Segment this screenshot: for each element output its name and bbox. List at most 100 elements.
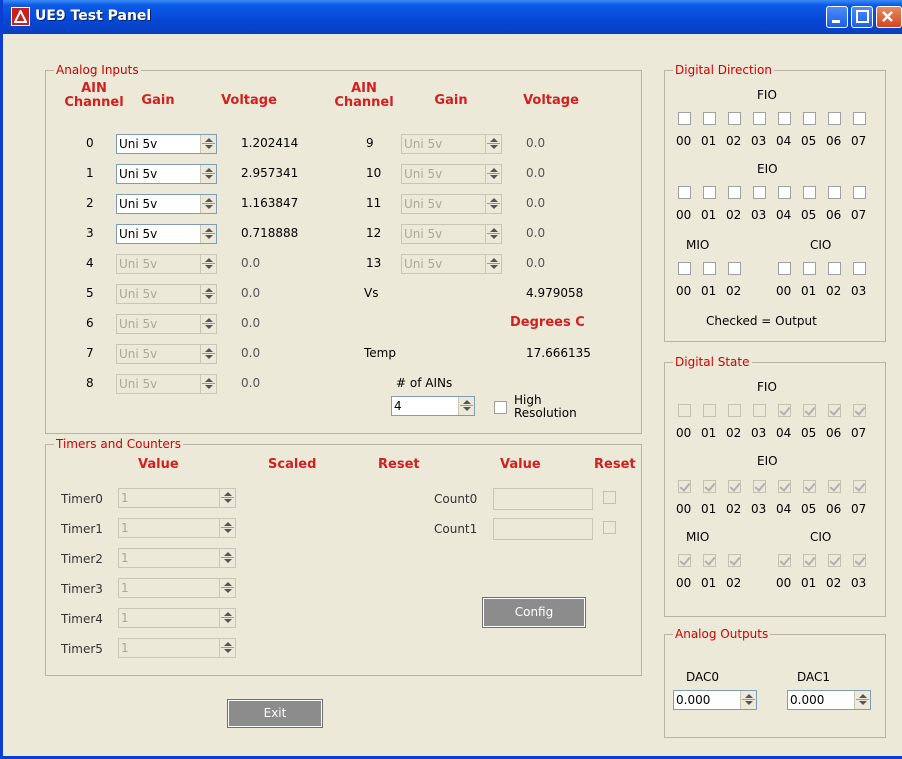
spin-arrows-icon[interactable] (485, 135, 501, 153)
config-button[interactable]: Config (482, 597, 586, 628)
fio-direction-checkbox[interactable] (678, 112, 691, 125)
num-ains-spinner[interactable]: 4 (391, 396, 475, 416)
dac0-spinner[interactable]: 0.000 (673, 690, 757, 710)
spin-arrows-icon[interactable] (485, 225, 501, 243)
spin-arrows-icon[interactable] (219, 579, 235, 597)
fio-direction-checkbox[interactable] (803, 112, 816, 125)
high-resolution-checkbox[interactable] (494, 401, 507, 414)
fio-direction-checkbox[interactable] (853, 112, 866, 125)
eio-state-checkbox[interactable] (828, 480, 841, 493)
gain-select[interactable]: Uni 5v (401, 224, 502, 244)
gain-select[interactable]: Uni 5v (116, 314, 217, 334)
spin-arrows-icon[interactable] (200, 195, 216, 213)
spin-arrows-icon[interactable] (219, 549, 235, 567)
eio-direction-checkbox[interactable] (678, 186, 691, 199)
mio-state-checkbox[interactable] (678, 554, 691, 567)
eio-state-checkbox[interactable] (678, 480, 691, 493)
eio-direction-checkbox[interactable] (828, 186, 841, 199)
cio-direction-checkbox[interactable] (853, 262, 866, 275)
fio-state-checkbox[interactable] (828, 404, 841, 417)
spin-arrows-icon[interactable] (200, 375, 216, 393)
spin-arrows-icon[interactable] (200, 135, 216, 153)
fio-state-checkbox[interactable] (778, 404, 791, 417)
cio-state-checkbox[interactable] (778, 554, 791, 567)
close-button[interactable] (876, 6, 902, 28)
eio-direction-checkbox[interactable] (703, 186, 716, 199)
exit-button[interactable]: Exit (227, 699, 323, 728)
timer-1-input[interactable]: 1 (118, 518, 236, 538)
spin-arrows-icon[interactable] (219, 519, 235, 537)
gain-select[interactable]: Uni 5v (401, 134, 502, 154)
gain-select[interactable]: Uni 5v (116, 344, 217, 364)
spin-arrows-icon[interactable] (485, 195, 501, 213)
spin-arrows-icon[interactable] (219, 639, 235, 657)
minimize-button[interactable] (826, 6, 848, 28)
fio-direction-checkbox[interactable] (728, 112, 741, 125)
gain-select[interactable]: Uni 5v (401, 254, 502, 274)
maximize-button[interactable] (851, 6, 873, 28)
mio-state-checkbox[interactable] (703, 554, 716, 567)
gain-select[interactable]: Uni 5v (401, 194, 502, 214)
timer-5-input[interactable]: 1 (118, 638, 236, 658)
spin-arrows-icon[interactable] (485, 255, 501, 273)
eio-state-checkbox[interactable] (853, 480, 866, 493)
gain-select[interactable]: Uni 5v (116, 164, 217, 184)
gain-select[interactable]: Uni 5v (401, 164, 502, 184)
cio-direction-checkbox[interactable] (828, 262, 841, 275)
counter-reset-checkbox[interactable] (603, 521, 616, 534)
cio-state-checkbox[interactable] (853, 554, 866, 567)
timer-4-input[interactable]: 1 (118, 608, 236, 628)
timer-3-input[interactable]: 1 (118, 578, 236, 598)
mio-direction-checkbox[interactable] (728, 262, 741, 275)
cio-direction-checkbox[interactable] (778, 262, 791, 275)
fio-direction-checkbox[interactable] (828, 112, 841, 125)
spin-arrows-icon[interactable] (219, 489, 235, 507)
mio-direction-checkbox[interactable] (703, 262, 716, 275)
spin-arrows-icon[interactable] (458, 397, 474, 415)
fio-state-checkbox[interactable] (728, 404, 741, 417)
spin-arrows-icon[interactable] (200, 255, 216, 273)
spin-arrows-icon[interactable] (200, 165, 216, 183)
gain-select[interactable]: Uni 5v (116, 374, 217, 394)
fio-state-checkbox[interactable] (678, 404, 691, 417)
fio-state-checkbox[interactable] (753, 404, 766, 417)
fio-direction-checkbox[interactable] (753, 112, 766, 125)
cio-state-checkbox[interactable] (803, 554, 816, 567)
eio-state-checkbox[interactable] (728, 480, 741, 493)
fio-state-checkbox[interactable] (853, 404, 866, 417)
title-bar[interactable]: UE9 Test Panel (3, 0, 902, 34)
spin-arrows-icon[interactable] (740, 691, 756, 709)
timer-2-input[interactable]: 1 (118, 548, 236, 568)
spin-arrows-icon[interactable] (200, 285, 216, 303)
eio-direction-checkbox[interactable] (753, 186, 766, 199)
gain-select[interactable]: Uni 5v (116, 224, 217, 244)
spin-arrows-icon[interactable] (200, 225, 216, 243)
spin-arrows-icon[interactable] (219, 609, 235, 627)
mio-state-checkbox[interactable] (728, 554, 741, 567)
gain-select[interactable]: Uni 5v (116, 254, 217, 274)
fio-state-checkbox[interactable] (703, 404, 716, 417)
spin-arrows-icon[interactable] (200, 345, 216, 363)
eio-state-checkbox[interactable] (703, 480, 716, 493)
cio-direction-checkbox[interactable] (803, 262, 816, 275)
spin-arrows-icon[interactable] (854, 691, 870, 709)
fio-direction-checkbox[interactable] (778, 112, 791, 125)
dac1-spinner[interactable]: 0.000 (787, 690, 871, 710)
gain-select[interactable]: Uni 5v (116, 194, 217, 214)
eio-direction-checkbox[interactable] (778, 186, 791, 199)
gain-select[interactable]: Uni 5v (116, 134, 217, 154)
counter-reset-checkbox[interactable] (603, 491, 616, 504)
eio-state-checkbox[interactable] (753, 480, 766, 493)
fio-state-checkbox[interactable] (803, 404, 816, 417)
gain-select[interactable]: Uni 5v (116, 284, 217, 304)
spin-arrows-icon[interactable] (485, 165, 501, 183)
eio-state-checkbox[interactable] (778, 480, 791, 493)
eio-direction-checkbox[interactable] (728, 186, 741, 199)
eio-direction-checkbox[interactable] (803, 186, 816, 199)
cio-state-checkbox[interactable] (828, 554, 841, 567)
fio-direction-checkbox[interactable] (703, 112, 716, 125)
eio-direction-checkbox[interactable] (853, 186, 866, 199)
spin-arrows-icon[interactable] (200, 315, 216, 333)
timer-0-input[interactable]: 1 (118, 488, 236, 508)
eio-state-checkbox[interactable] (803, 480, 816, 493)
